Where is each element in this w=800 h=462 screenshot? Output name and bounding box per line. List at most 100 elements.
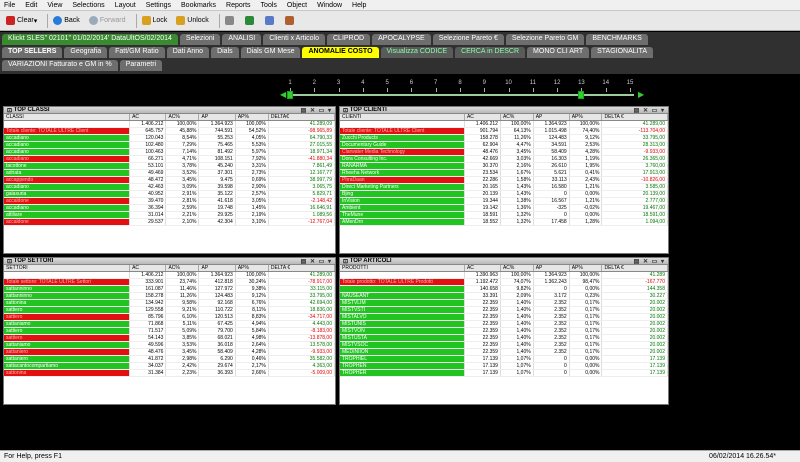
menu-item-layout[interactable]: Layout (115, 2, 136, 9)
menu-item-reports[interactable]: Reports (226, 2, 251, 9)
panel-controls[interactable]: ▤ ✕ ▭ ▾ (301, 107, 332, 114)
slider-thumb[interactable] (287, 91, 293, 99)
table-row[interactable]: MISTUSTA 22.359 1,40% 2.352 0,17% 20.002 (340, 334, 668, 342)
table-row[interactable]: sattiero 85.796 6,10% 120.513 8,83% -34.717,0… (4, 313, 335, 321)
sheet-tab[interactable]: Klickt SLES" 02101" 01/02/2014' DataUltO… (2, 34, 178, 45)
sheet-tab[interactable]: Selezioni (179, 34, 221, 45)
unlock-button[interactable]: Unlock (174, 15, 210, 26)
table-row[interactable]: accadiano 102.480 7,29% 75.465 5,53% 27.015,5… (4, 141, 335, 149)
table-row[interactable]: accadiano 36.394 2,59% 19.748 1,45% 16.646,91 (4, 204, 335, 212)
table-row[interactable]: sattaniero 48.476 3,45% 58.409 4,28% -9.933,0… (4, 348, 335, 356)
table-row[interactable]: MISTVSOC 22.359 1,40% 2.352 0,17% 20.002 (340, 341, 668, 349)
table-row[interactable]: MISTALVO 22.359 1,40% 2.352 0,17% 20.002 (340, 313, 668, 321)
table-row[interactable]: 1.406.212 100,00% 1.364.923 100,00% 41.289,0… (4, 120, 335, 128)
toolbar-icon-button[interactable] (263, 15, 278, 26)
sheet-tab[interactable]: Clienti x Articolo (263, 34, 325, 45)
table-row[interactable]: MISTVSTI 22.359 1,40% 2.352 0,17% 20.002 (340, 306, 668, 314)
sheet-tab[interactable]: TOP SELLERS (2, 47, 63, 58)
table-row[interactable]: Dora Consulting Inc. 42.669 3,03% 16.303 1,1… (340, 155, 668, 163)
sheet-tab[interactable]: Selezione Pareto € (432, 34, 504, 45)
sheet-tab[interactable]: BENCHMARKS (586, 34, 648, 45)
panel-controls[interactable]: ▤ ✕ ▭ ▾ (634, 107, 665, 114)
table-row[interactable]: MISTUNIS 22.359 1,40% 2.352 0,17% 20.002 (340, 320, 668, 328)
table-row[interactable]: attiliare 31.014 2,21% 29.925 2,19% 1.089,56 (4, 211, 335, 219)
table-row[interactable]: MISTVLIM 22.359 1,40% 2.352 0,17% 20.002 (340, 299, 668, 307)
table-row[interactable]: sattiero 54.143 3,85% 68.021 4,98% -13.878,00 (4, 334, 335, 342)
table-row[interactable]: Totale settore: TOTALE ULTRE Settori 333.… (4, 278, 335, 286)
period-slider[interactable]: ◀ ▶ 1 2 3 4 5 6 7 8 9 10 11 12 13 14 15 (280, 80, 650, 104)
table-row[interactable]: accaldone 39.470 2,81% 41.618 3,05% -2.148,42 (4, 197, 335, 205)
sheet-tab[interactable]: STAGIONALITA (591, 47, 654, 58)
table-row[interactable]: sattaniamo 49.596 3,53% 36.018 2,64% 13.578,0… (4, 341, 335, 349)
table-row[interactable]: 1.406.212 100,00% 1.364.923 100,00% 41.289,0… (340, 120, 668, 128)
sheet-tab[interactable]: Visualizza CODICE (380, 47, 454, 58)
forward-button[interactable]: Forward (87, 15, 128, 26)
menu-item-help[interactable]: Help (352, 2, 366, 9)
table-row[interactable]: Bjing 20.139 1,43% 0 0,00% 20.139,00 (340, 190, 668, 198)
sheet-tab[interactable]: Dials GM Mese (240, 47, 301, 58)
sheet-tab[interactable]: VARIAZIONI Fatturato e GM in % (2, 60, 118, 71)
lock-button[interactable]: Lock (140, 15, 170, 26)
table-row[interactable]: Totale cliente: TOTALE ULTRE Client 901.7… (340, 127, 668, 135)
table-row[interactable]: 140.658 9,82% 0 0,00% 144.358 (340, 285, 668, 293)
toolbar-icon-button[interactable] (283, 15, 298, 26)
table-row[interactable]: Ambient 19.142 1,36% -325 -0,02% 19.467,00 (340, 204, 668, 212)
sheet-tab[interactable]: Dials (211, 47, 239, 58)
table-row[interactable]: sattaniamo 71.868 5,11% 67.425 4,94% 4.443,00 (4, 320, 335, 328)
menu-item-object[interactable]: Object (287, 2, 307, 9)
table-row[interactable]: accadiano 120.043 8,54% 55.253 4,05% 64.790,3… (4, 134, 335, 142)
table-row[interactable]: Totale prodotto: TOTALE ULTRE Prodotti 1.… (340, 278, 668, 286)
sheet-tab[interactable]: Dati Anno (166, 47, 210, 58)
table-row[interactable]: RANARMA 30.370 2,16% 26.610 1,95% 3.760,00 (340, 162, 668, 170)
table-row[interactable]: NAUSEANT 33.391 2,09% 3.172 0,23% 30.227 (340, 292, 668, 300)
table-row[interactable]: accadiano 42.463 3,09% 39.598 2,90% 3.065,75 (4, 183, 335, 191)
sheet-tab[interactable]: Parametri (119, 60, 163, 71)
menu-item-edit[interactable]: Edit (25, 2, 37, 9)
table-row[interactable]: sattiero 71.517 5,09% 79.700 5,84% -8.183,00 (4, 327, 335, 335)
sheet-tab[interactable]: APOCALYPSE (372, 34, 431, 45)
table-row[interactable]: TheMune 18.591 1,32% 0 0,00% 18.591,00 (340, 211, 668, 219)
clear-button[interactable]: Clear ▾ (4, 15, 39, 26)
sheet-tab[interactable]: CLIPROD (327, 34, 371, 45)
menu-item-file[interactable]: File (4, 2, 15, 9)
sheet-tab[interactable]: Geografia (64, 47, 108, 58)
table-row[interactable]: AMenDrn 18.552 1,32% 17.458 1,28% 1.094,00 (340, 218, 668, 226)
table-row[interactable]: gaiasuria 40.952 2,91% 35.122 2,57% 5.829,71 (4, 190, 335, 198)
panel-controls[interactable]: ▤ ✕ ▭ ▾ (301, 258, 332, 265)
table-row[interactable]: MEDINIION 22.359 1,40% 2.352 0,17% 20.002 (340, 348, 668, 356)
sheet-tab[interactable]: ANOMALIE COSTO (302, 47, 379, 58)
table-row[interactable]: 1.406.212 100,00% 1.364.923 100,00% 41.289,0… (4, 271, 335, 279)
menu-item-settings[interactable]: Settings (146, 2, 171, 9)
table-row[interactable]: sattaniero 41.872 2,98% 6.290 0,46% 35.582,00 (4, 355, 335, 363)
sheet-tab[interactable]: Fatt/GM Ratio (109, 47, 165, 58)
menu-item-view[interactable]: View (47, 2, 62, 9)
toolbar-icon-button[interactable] (243, 15, 258, 26)
sheet-tab[interactable]: CERCA in DESCR (455, 47, 526, 58)
menu-item-tools[interactable]: Tools (261, 2, 277, 9)
table-row[interactable]: accaldone 29.537 2,10% 42.304 3,10% -12.767,0… (4, 218, 335, 226)
sheet-tab[interactable]: MONO CLI ART (527, 47, 590, 58)
table-row[interactable]: Clarwater Media Technology 48.476 3,45% 58.… (340, 148, 668, 156)
slider-thumb[interactable] (578, 91, 585, 99)
table-row[interactable]: Zucchi Products 158.278 11,26% 124.483 9,12%… (340, 134, 668, 142)
table-row[interactable]: Rheeha Network 23.534 1,67% 5.621 0,41% 17.91… (340, 169, 668, 177)
slider-left-arrow-icon[interactable]: ◀ (280, 90, 286, 99)
menu-item-window[interactable]: Window (317, 2, 342, 9)
table-row[interactable]: MISTVON 22.359 1,40% 2.352 0,17% 20.002 (340, 327, 668, 335)
sheet-tab[interactable]: Selezione Pareto GM (505, 34, 585, 45)
back-button[interactable]: Back (51, 15, 82, 26)
table-row[interactable]: TROPHER 17.139 1,07% 0 0,00% 17.139 (340, 369, 668, 377)
sheet-tab[interactable]: ANALISI (222, 34, 262, 45)
table-row[interactable]: adriata 49.469 3,52% 37.301 2,73% 12.167,77 (4, 169, 335, 177)
panel-controls[interactable]: ▤ ✕ ▭ ▾ (634, 258, 665, 265)
table-row[interactable]: 1.390.963 100,00% 1.364.923 100,00% 41.289 (340, 271, 668, 279)
slider-right-arrow-icon[interactable]: ▶ (638, 90, 644, 99)
table-row[interactable]: accappendo 48.472 3,45% 9.475 0,69% 38.997,79 (4, 176, 335, 184)
menu-item-bookmarks[interactable]: Bookmarks (181, 2, 216, 9)
table-row[interactable]: accadiano 100.463 7,14% 81.492 5,97% 18.971,3… (4, 148, 335, 156)
table-row[interactable]: Direct Marketing Partners 20.165 1,43% 16.5… (340, 183, 668, 191)
table-row[interactable]: TROPHEN 17.139 1,07% 0 0,00% 17.139 (340, 362, 668, 370)
table-row[interactable]: tacottone 53.101 3,78% 45.240 3,31% 7.861,49 (4, 162, 335, 170)
toolbar-icon-button[interactable] (223, 15, 238, 26)
table-row[interactable]: sattanninno 161.087 11,46% 127.972 9,38% 33.1… (4, 285, 335, 293)
